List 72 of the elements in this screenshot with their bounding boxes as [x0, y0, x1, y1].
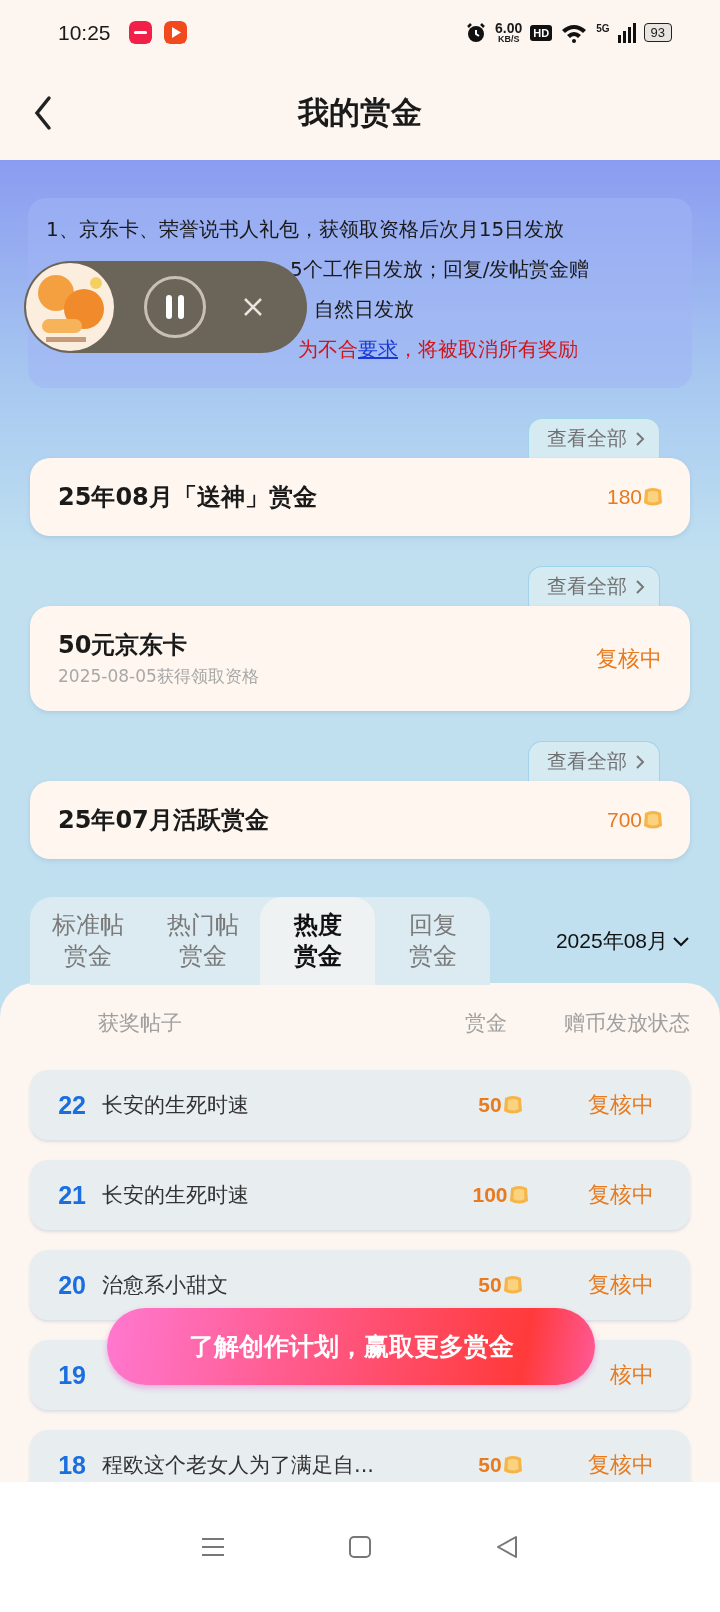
back-icon[interactable] — [32, 95, 54, 131]
reward-title: 25年08月「送神」赏金 — [58, 482, 317, 513]
category-tab[interactable]: 回复赏金 — [375, 897, 490, 985]
close-button[interactable] — [242, 296, 264, 318]
post-rank: 22 — [57, 1090, 87, 1120]
network-speed: 6.00 — [495, 21, 523, 35]
post-row[interactable]: 21 长安的生死时速 100 复核中 — [30, 1160, 690, 1230]
post-rank: 19 — [57, 1360, 87, 1390]
view-all-tab[interactable]: 查看全部 — [528, 566, 660, 606]
speed-unit: KB/S — [497, 35, 520, 44]
clock-time: 10:25 — [58, 20, 111, 45]
coin-icon — [503, 1274, 522, 1296]
category-tab[interactable]: 热门帖赏金 — [145, 897, 260, 985]
reward-title: 25年07月活跃赏金 — [58, 805, 269, 836]
view-all-tab[interactable]: 查看全部 — [528, 418, 660, 458]
post-title: 治愈系小甜文 — [102, 1273, 228, 1297]
column-header: 赠币发放状态 — [563, 1010, 690, 1037]
reward-card[interactable]: 25年07月活跃赏金 700 — [30, 781, 690, 859]
battery-level: 93 — [643, 23, 672, 42]
coin-icon — [644, 809, 662, 831]
coin-icon — [509, 1184, 528, 1206]
post-reward: 50 — [478, 1093, 502, 1117]
reward-card[interactable]: 50元京东卡 2025-08-05获得领取资格 复核中 — [30, 606, 690, 711]
reward-card[interactable]: 25年08月「送神」赏金 180 — [30, 458, 690, 536]
notice-text: 5个工作日发放；回复/发帖赏金赠 — [290, 256, 590, 283]
reward-amount: 700 — [606, 808, 642, 832]
post-status: 复核中 — [587, 1091, 655, 1119]
post-row[interactable]: 18 程欧这个老女人为了满足自... 50 复核中 — [30, 1430, 690, 1482]
column-header: 赏金 — [463, 1010, 508, 1037]
coin-icon — [503, 1094, 522, 1116]
video-app-icon — [163, 21, 187, 44]
coin-icon — [503, 1454, 522, 1476]
post-reward: 50 — [478, 1453, 502, 1477]
post-row[interactable]: 22 长安的生死时速 50 复核中 — [30, 1070, 690, 1140]
post-status: 复核中 — [587, 1451, 655, 1479]
network-type: 5G — [596, 23, 610, 34]
chevron-right-icon — [635, 578, 645, 595]
column-header: 获奖帖子 — [97, 1010, 183, 1037]
chevron-right-icon — [635, 753, 645, 770]
post-status: 复核中 — [587, 1271, 655, 1299]
notice-text: 自然日发放 — [314, 296, 414, 323]
post-rank: 20 — [57, 1270, 87, 1300]
pause-icon — [164, 294, 186, 320]
wifi-icon — [560, 22, 589, 43]
post-reward: 100 — [472, 1183, 508, 1207]
post-title: 长安的生死时速 — [102, 1183, 249, 1207]
post-status: 复核中 — [587, 1181, 655, 1209]
month-picker[interactable]: 2025年08月 — [555, 927, 690, 955]
pause-button[interactable] — [144, 276, 206, 338]
reward-title: 50元京东卡 — [58, 630, 189, 661]
reward-date: 2025-08-05获得领取资格 — [58, 665, 259, 688]
notice-text: 1、京东卡、荣誉说书人礼包，获领取资格后次月15日发放 — [46, 216, 566, 243]
post-title: 长安的生死时速 — [102, 1093, 249, 1117]
coin-icon — [644, 486, 662, 508]
signal-icon — [617, 22, 636, 43]
post-rank: 21 — [57, 1180, 87, 1210]
hd-badge: HD — [530, 24, 553, 41]
chevron-down-icon — [672, 935, 690, 947]
requirements-link[interactable]: 要求 — [358, 337, 398, 361]
chevron-right-icon — [635, 430, 645, 447]
post-reward: 50 — [478, 1273, 502, 1297]
reward-amount: 180 — [606, 485, 642, 509]
view-all-tab[interactable]: 查看全部 — [528, 741, 660, 781]
post-title: 程欧这个老女人为了满足自... — [102, 1453, 375, 1477]
category-tab[interactable]: 标准帖赏金 — [30, 897, 145, 985]
app-notification-icon — [128, 21, 152, 44]
reward-status: 复核中 — [596, 644, 662, 673]
post-status: 核中 — [609, 1361, 655, 1389]
post-rank: 18 — [57, 1450, 87, 1480]
home-icon[interactable] — [347, 1534, 373, 1560]
page-title: 我的赏金 — [298, 92, 422, 132]
category-tab[interactable]: 热度赏金 — [260, 897, 375, 985]
